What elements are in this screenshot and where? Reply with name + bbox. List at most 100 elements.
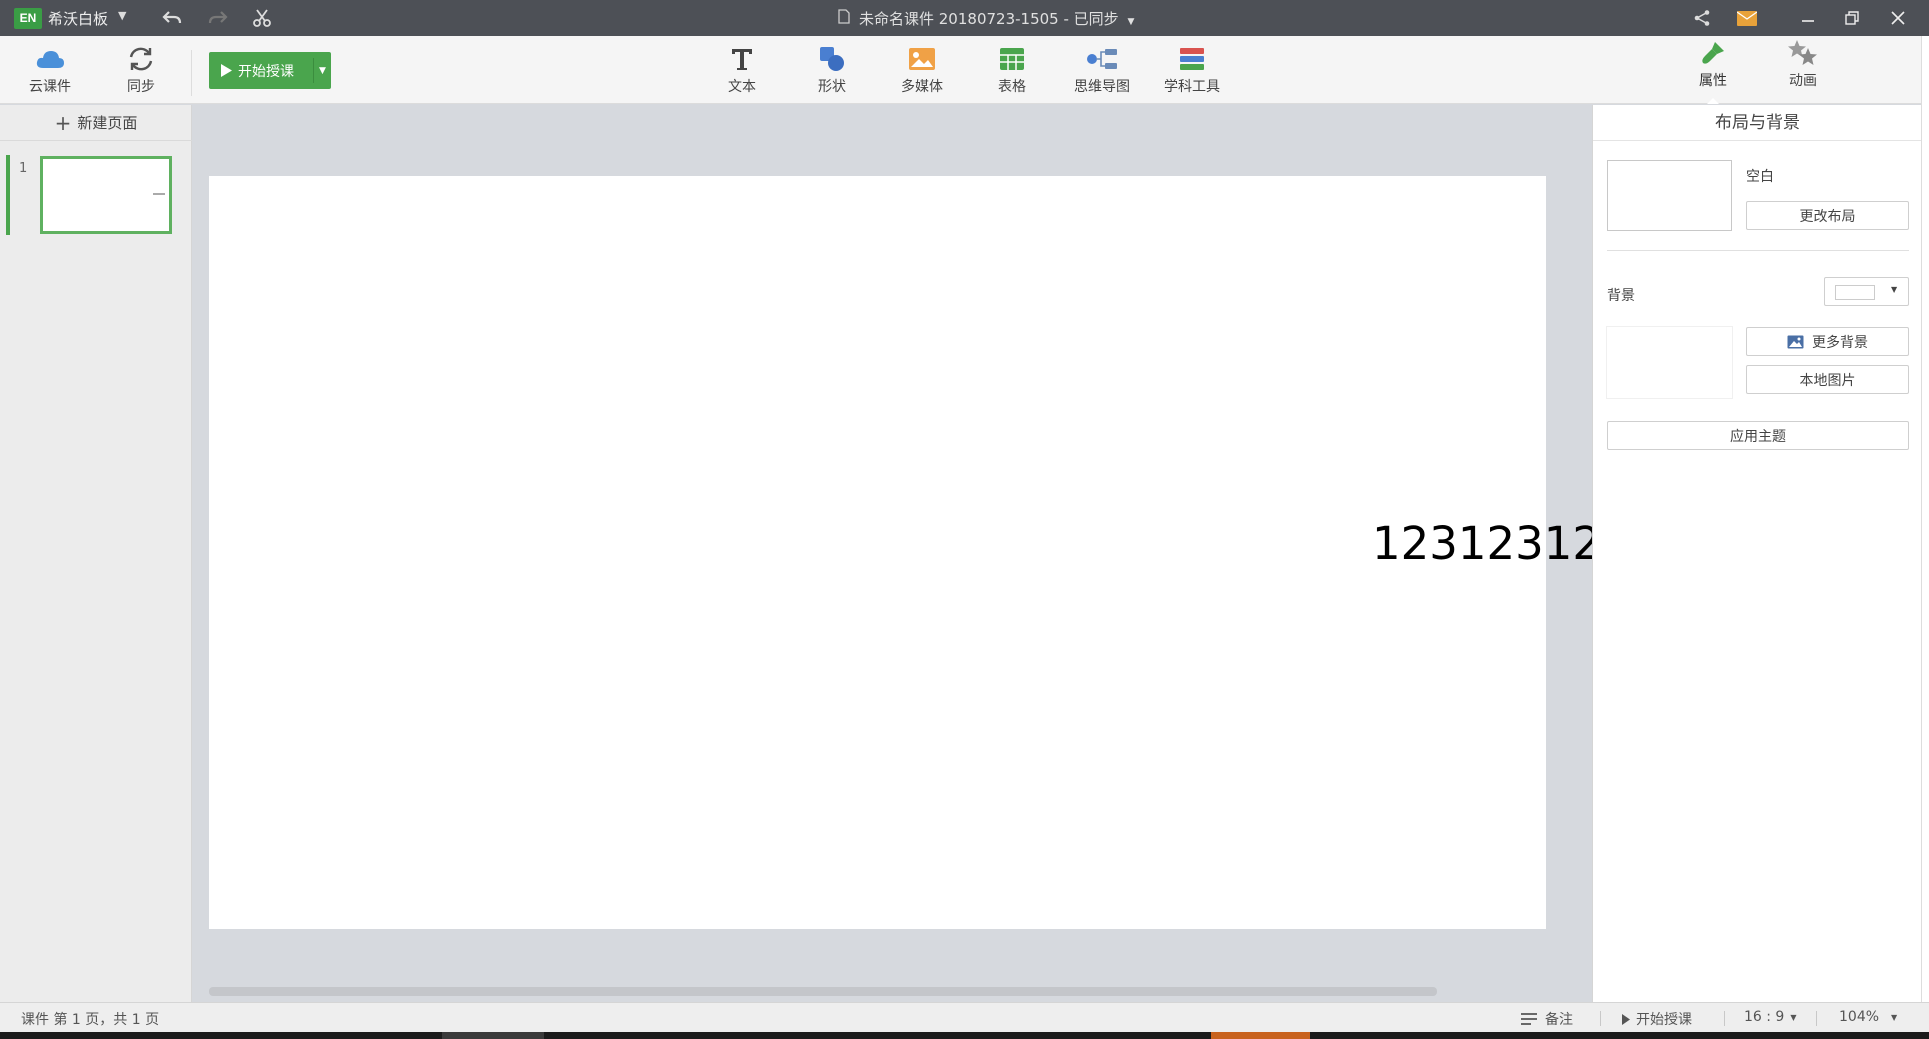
- background-color-swatch: [1835, 285, 1875, 300]
- document-title-text: 未命名课件 20180723-1505 - 已同步: [859, 10, 1119, 28]
- more-backgrounds-label: 更多背景: [1812, 334, 1868, 351]
- start-teaching-button[interactable]: 开始授课 ▼: [209, 52, 331, 89]
- layout-preview[interactable]: [1607, 160, 1732, 231]
- chevron-down-icon: ▼: [1790, 1012, 1797, 1022]
- sync-label: 同步: [127, 79, 155, 95]
- status-start-teaching-label: 开始授课: [1636, 1012, 1692, 1028]
- app-menu-caret-icon[interactable]: ▼: [118, 9, 126, 22]
- close-icon[interactable]: [1884, 6, 1912, 30]
- sync-button[interactable]: 同步: [101, 44, 181, 96]
- local-image-button[interactable]: 本地图片: [1746, 365, 1909, 394]
- app-logo[interactable]: EN: [14, 8, 42, 29]
- text-tool-label: 文本: [728, 79, 756, 95]
- background-color-picker[interactable]: ▼: [1824, 277, 1909, 306]
- selected-indicator: [6, 155, 10, 235]
- more-backgrounds-button[interactable]: 更多背景: [1746, 327, 1909, 356]
- layout-name: 空白: [1746, 169, 1774, 185]
- subject-tools-icon: [1152, 44, 1232, 74]
- slide-page[interactable]: [209, 176, 1546, 929]
- media-tool-button[interactable]: 多媒体: [882, 44, 962, 96]
- status-start-teaching-button[interactable]: 开始授课: [1622, 1009, 1692, 1029]
- status-divider: [1816, 1011, 1817, 1026]
- share-icon[interactable]: [1688, 6, 1716, 30]
- cloud-courseware-label: 云课件: [29, 79, 71, 95]
- zoom-selector[interactable]: 104% ▼: [1839, 1009, 1897, 1025]
- play-icon: [1622, 1013, 1630, 1025]
- shape-icon: [792, 44, 872, 74]
- change-layout-button[interactable]: 更改布局: [1746, 201, 1909, 230]
- undo-icon[interactable]: [160, 6, 184, 30]
- status-divider: [1724, 1011, 1725, 1026]
- aspect-ratio-selector[interactable]: 16 : 9 ▼: [1744, 1009, 1797, 1025]
- media-icon: [882, 44, 962, 74]
- chevron-down-icon: ▼: [1891, 285, 1898, 294]
- brush-icon: [1673, 38, 1753, 68]
- redo-icon[interactable]: [206, 6, 230, 30]
- apply-theme-button[interactable]: 应用主题: [1607, 421, 1909, 450]
- slide-list-panel: + 新建页面 1: [0, 105, 192, 1002]
- background-preview: [1607, 327, 1732, 398]
- start-teaching-label: 开始授课: [238, 63, 294, 80]
- scissors-icon[interactable]: [250, 6, 274, 30]
- mindmap-icon: [1062, 44, 1142, 74]
- text-icon: [702, 44, 782, 74]
- page-info: 课件 第 1 页，共 1 页: [21, 1012, 160, 1028]
- taskbar-item[interactable]: [1211, 1032, 1310, 1039]
- table-tool-button[interactable]: 表格: [972, 44, 1052, 96]
- main-toolbar: 云课件 同步 开始授课 ▼ 文本 形状 多媒体 表格 思维导图 学科工具 属性 …: [0, 36, 1929, 104]
- slide-number: 1: [19, 161, 28, 176]
- star-icon: [1763, 38, 1843, 68]
- restore-icon[interactable]: [1838, 6, 1866, 30]
- os-taskbar: [0, 1032, 1929, 1039]
- mindmap-tool-label: 思维导图: [1074, 79, 1130, 95]
- document-menu-caret-icon[interactable]: ▼: [1127, 17, 1134, 27]
- status-bar: 课件 第 1 页，共 1 页 备注 开始授课 16 : 9 ▼ 104% ▼: [0, 1002, 1929, 1032]
- subject-tools-label: 学科工具: [1164, 79, 1220, 95]
- slide-thumbnail[interactable]: [40, 156, 172, 234]
- start-teaching-dropdown-icon[interactable]: ▼: [314, 52, 331, 89]
- shape-tool-button[interactable]: 形状: [792, 44, 872, 96]
- properties-panel: 布局与背景 空白 更改布局 背景 ▼ 更多背景 本地图片 应用主题: [1592, 105, 1922, 1002]
- toolbar-divider: [191, 50, 192, 96]
- text-tool-button[interactable]: 文本: [702, 44, 782, 96]
- mindmap-tool-button[interactable]: 思维导图: [1062, 44, 1142, 96]
- aspect-ratio-label: 16 : 9: [1744, 1009, 1785, 1025]
- start-teaching-main[interactable]: 开始授课: [209, 52, 313, 89]
- notes-label: 备注: [1545, 1012, 1573, 1028]
- play-icon: [221, 64, 232, 77]
- zoom-label: 104%: [1839, 1009, 1880, 1025]
- background-label: 背景: [1607, 288, 1635, 304]
- taskbar-item[interactable]: [442, 1032, 544, 1039]
- chevron-down-icon: ▼: [1891, 1012, 1898, 1022]
- notes-icon: [1521, 1012, 1537, 1025]
- status-divider: [1600, 1011, 1601, 1026]
- document-title[interactable]: 未命名课件 20180723-1505 - 已同步 ▼: [859, 8, 1134, 29]
- title-bar: EN 希沃白板 ▼ 未命名课件 20180723-1505 - 已同步 ▼: [0, 0, 1929, 36]
- properties-label: 属性: [1699, 73, 1727, 89]
- sync-icon: [101, 44, 181, 74]
- cloud-icon: [10, 44, 90, 74]
- notes-button[interactable]: 备注: [1521, 1009, 1573, 1029]
- panel-divider: [1607, 250, 1909, 251]
- window-right-edge: [1921, 36, 1929, 1032]
- properties-tab[interactable]: 属性: [1673, 38, 1753, 104]
- panel-title: 布局与背景: [1593, 105, 1922, 141]
- new-page-button[interactable]: + 新建页面: [0, 105, 192, 141]
- app-name[interactable]: 希沃白板: [48, 8, 108, 29]
- subject-tools-button[interactable]: 学科工具: [1152, 44, 1232, 96]
- cloud-courseware-button[interactable]: 云课件: [10, 44, 90, 96]
- animation-tab[interactable]: 动画: [1763, 38, 1843, 90]
- plus-icon: +: [54, 110, 72, 135]
- minimize-icon[interactable]: [1794, 6, 1822, 30]
- shape-tool-label: 形状: [818, 79, 846, 95]
- image-icon: [1787, 335, 1804, 348]
- animation-label: 动画: [1789, 73, 1817, 89]
- table-icon: [972, 44, 1052, 74]
- horizontal-scrollbar[interactable]: [209, 987, 1437, 996]
- document-icon: [838, 9, 850, 28]
- table-tool-label: 表格: [998, 79, 1026, 95]
- slide-thumbnail-item[interactable]: 1: [6, 155, 186, 235]
- new-page-label: 新建页面: [77, 114, 138, 132]
- mail-icon[interactable]: [1733, 6, 1761, 30]
- media-tool-label: 多媒体: [901, 79, 943, 95]
